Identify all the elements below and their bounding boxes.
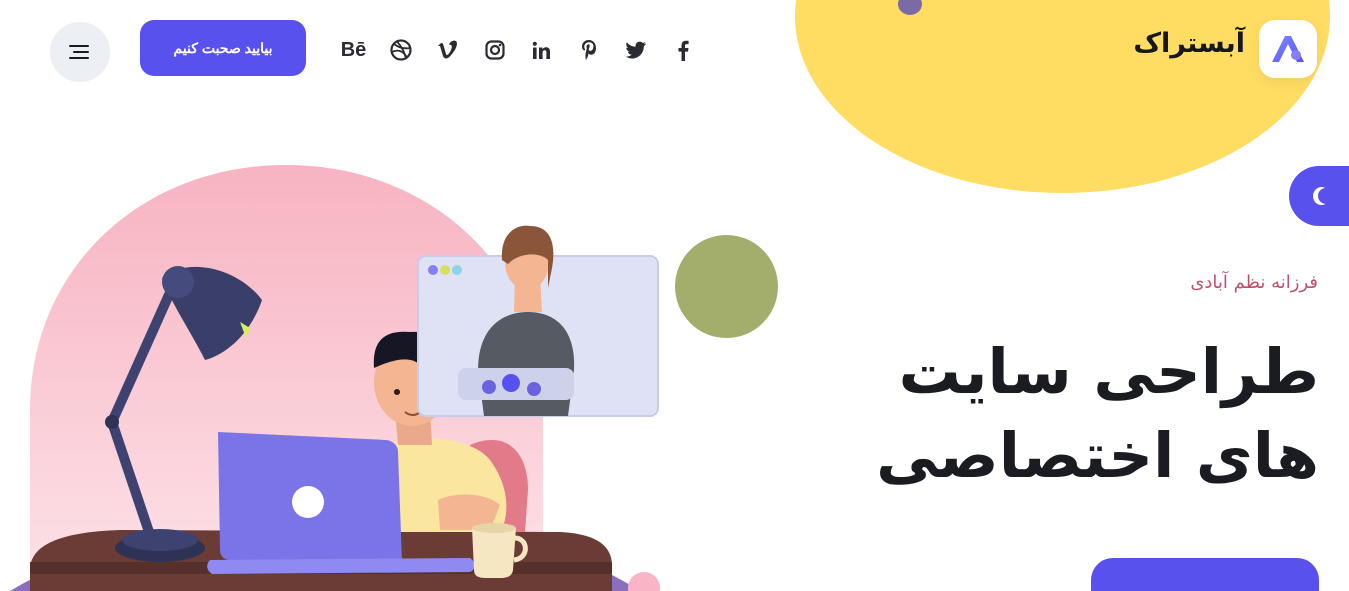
- behance-link[interactable]: Bē: [330, 36, 377, 64]
- lets-talk-button[interactable]: بیایید صحبت کنیم: [140, 20, 306, 76]
- decorative-green-circle: [675, 235, 778, 338]
- decorative-yellow-circle: [795, 0, 1330, 193]
- vimeo-link[interactable]: [424, 36, 471, 64]
- hero-subtitle: فرزانه نظم آبادی: [1190, 272, 1318, 293]
- pinterest-icon: [581, 40, 596, 60]
- vimeo-icon: [437, 40, 457, 59]
- linkedin-icon: [532, 41, 550, 59]
- linkedin-link[interactable]: [518, 36, 565, 64]
- instagram-icon: [484, 40, 505, 60]
- pink-ball: [628, 572, 660, 591]
- hero-cta-button[interactable]: [1091, 558, 1319, 591]
- dark-mode-toggle[interactable]: [1289, 166, 1349, 226]
- social-links: Bē: [330, 36, 706, 64]
- facebook-link[interactable]: [659, 36, 706, 64]
- moon-icon: [1313, 187, 1326, 205]
- hamburger-menu-icon: [69, 45, 89, 59]
- instagram-link[interactable]: [471, 36, 518, 64]
- behance-icon: Bē: [340, 38, 367, 61]
- twitter-link[interactable]: [612, 36, 659, 64]
- dribbble-icon: [389, 39, 412, 61]
- pinterest-link[interactable]: [565, 36, 612, 64]
- dribbble-link[interactable]: [377, 36, 424, 64]
- person-working-illustration: [10, 165, 660, 591]
- abstrak-logo-icon: [1272, 36, 1304, 62]
- hero-title: طراحی سایت های اختصاصی: [876, 335, 1319, 492]
- facebook-icon: [678, 40, 689, 61]
- logo-link[interactable]: [1259, 20, 1317, 78]
- brand-name: آبستراک: [1133, 28, 1245, 59]
- twitter-icon: [625, 41, 646, 59]
- menu-button[interactable]: [50, 22, 110, 82]
